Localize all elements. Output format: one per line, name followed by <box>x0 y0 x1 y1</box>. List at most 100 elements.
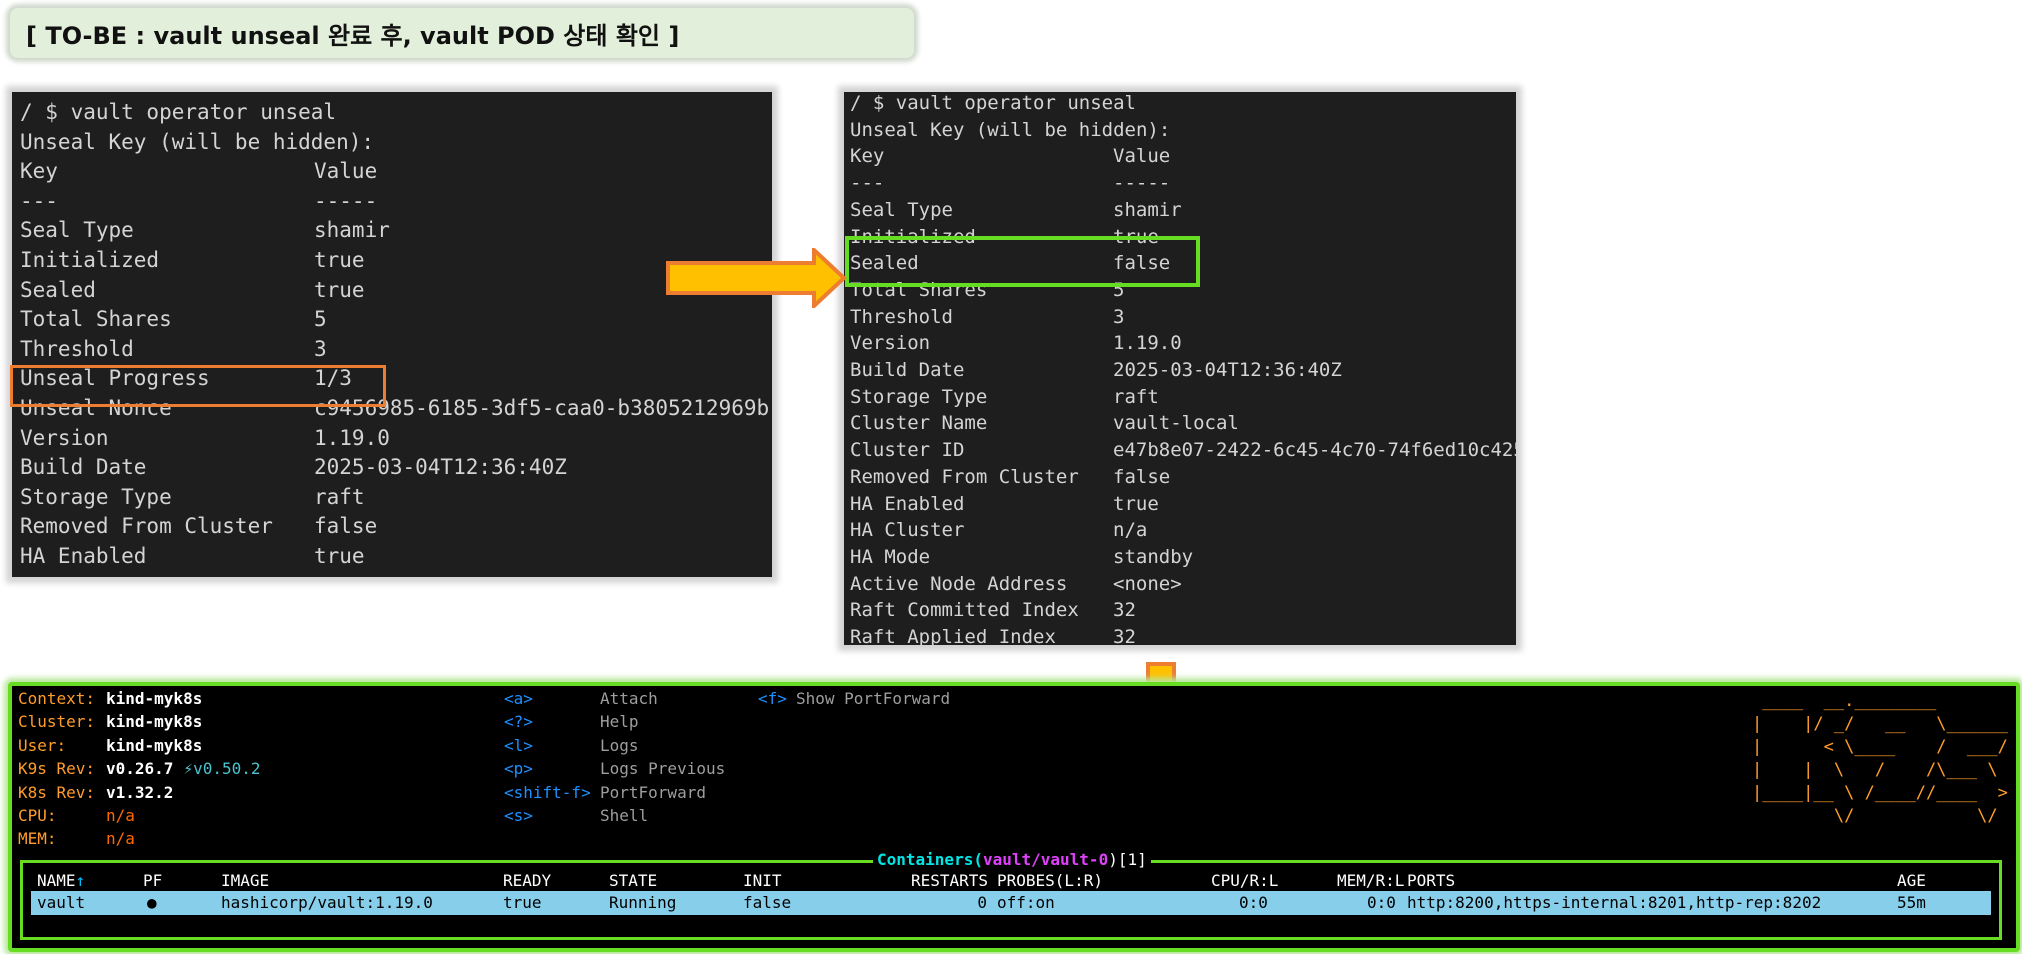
col-mem[interactable]: MEM/R:L <box>1337 869 1404 893</box>
col-restarts[interactable]: RESTARTS <box>911 869 988 893</box>
status-key: Cluster ID <box>850 439 965 462</box>
section-title: [ TO-BE : vault unseal 완료 후, vault POD 상… <box>26 21 680 50</box>
k9s-info-row: User: kind-myk8s <box>18 735 203 755</box>
status-value: 2025-03-04T12:36:40Z <box>1113 359 1342 381</box>
col-state[interactable]: STATE <box>609 869 657 893</box>
col-pf[interactable]: PF <box>143 869 162 893</box>
command-prompt: / $ vault operator unseal <box>20 100 337 124</box>
k9s-info-row: K9s Rev: v0.26.7 ⚡v0.50.2 <box>18 759 261 779</box>
status-key: Threshold <box>20 336 134 361</box>
status-key: Active Node Address <box>850 572 1068 595</box>
status-value: standby <box>1113 545 1194 568</box>
status-key: Build Date <box>850 359 965 381</box>
k9s-hotkey-item[interactable]: <?> Help <box>504 711 639 733</box>
status-row: Cluster Name vault-local <box>850 410 1239 437</box>
status-row: HA Mode standby <box>850 544 1193 571</box>
col-ready[interactable]: READY <box>503 869 551 893</box>
k9s-hotkey-item[interactable]: <l> Logs <box>504 735 639 757</box>
status-value: n/a <box>1113 519 1148 542</box>
cell-name: vault <box>37 893 86 912</box>
status-key: HA Mode <box>850 545 931 568</box>
sort-up-icon: ↑ <box>75 871 86 890</box>
cell-age: 55m <box>1897 893 1926 912</box>
cell-state: Running <box>609 893 677 912</box>
status-value: false <box>314 514 378 539</box>
status-value: 2025-03-04T12:36:40Z <box>314 455 567 480</box>
k9s-info-row: MEM: n/a <box>18 829 135 849</box>
table-separator: --- ----- <box>850 172 1171 195</box>
status-key: Seal Type <box>850 198 953 221</box>
table-header: Key Value <box>850 145 1171 168</box>
status-row: HA Cluster n/a <box>850 517 1147 544</box>
status-key: Removed From Cluster <box>850 465 1079 488</box>
status-row: Version 1.19.0 <box>850 330 1182 357</box>
right-arrow-icon <box>666 248 847 308</box>
status-key: Version <box>20 425 109 450</box>
section-title-box: [ TO-BE : vault unseal 완료 후, vault POD 상… <box>10 8 914 58</box>
status-value: true <box>314 248 365 272</box>
status-value: vault-local <box>1113 412 1239 435</box>
status-key: Version <box>850 332 931 355</box>
status-key: Total Shares <box>20 307 172 332</box>
status-value: false <box>1113 465 1171 488</box>
k9s-logo: ____ __.________ | |/ _/ __ \______ | < … <box>1752 691 2008 826</box>
k9s-hotkey-item[interactable]: <s> Shell <box>504 805 648 827</box>
k9s-update-available: ⚡v0.50.2 <box>183 759 261 779</box>
k9s-hotkey-item[interactable]: <p> Logs Previous <box>504 758 725 780</box>
col-image[interactable]: IMAGE <box>221 869 269 893</box>
table-header: NAME↑ PF IMAGE READY STATE INIT RESTARTS… <box>31 869 1991 893</box>
status-key: Seal Type <box>20 218 134 243</box>
command-prompt: / $ vault operator unseal <box>850 92 1136 114</box>
status-row: Storage Type raft <box>850 384 1159 411</box>
status-value: e47b8e07-2422-6c45-4c70-74f6ed10c425 <box>1113 439 1516 462</box>
status-key: Sealed <box>20 277 96 302</box>
status-value: true <box>314 277 365 302</box>
status-row: Threshold 3 <box>850 304 1124 331</box>
col-ports[interactable]: PORTS <box>1407 869 1455 893</box>
k9s-info-row: Context: kind-myk8s <box>18 689 203 708</box>
cell-ports: http:8200,https-internal:8201,http-rep:8… <box>1407 893 1822 912</box>
cell-init: false <box>743 893 792 912</box>
status-row: Version 1.19.0 <box>20 424 390 454</box>
status-key: HA Cluster <box>850 519 965 542</box>
col-init[interactable]: INIT <box>743 869 782 893</box>
status-row: Initialized true <box>20 246 365 276</box>
k9s-hotkey-item[interactable]: <shift-f> PortForward <box>504 782 706 804</box>
col-probes[interactable]: PROBES(L:R) <box>997 869 1103 893</box>
status-row: Sealed true <box>20 276 365 306</box>
k9s-hotkey-item[interactable]: <a> Attach <box>504 688 658 710</box>
cell-image: hashicorp/vault:1.19.0 <box>221 893 433 912</box>
containers-table: Containers(vault/vault-0)[1] NAME↑ PF IM… <box>20 850 2002 940</box>
table-row[interactable]: vault ● hashicorp/vault:1.19.0 true Runn… <box>31 891 1991 915</box>
status-value: shamir <box>1113 198 1182 221</box>
col-cpu[interactable]: CPU/R:L <box>1211 869 1278 893</box>
status-row: Removed From Cluster false <box>20 512 377 542</box>
status-key: Removed From Cluster <box>20 514 273 539</box>
status-row: Active Node Address <none> <box>850 571 1182 598</box>
status-value: true <box>1113 492 1159 515</box>
status-value: 5 <box>314 307 327 332</box>
status-row: Removed From Cluster false <box>850 464 1170 491</box>
status-value: 1.19.0 <box>314 425 390 450</box>
status-value: <none> <box>1113 572 1182 595</box>
status-value: 1.19.0 <box>1113 332 1182 355</box>
k9s-info-row: CPU: n/a <box>18 806 135 825</box>
k9s-panel: Context: kind-myk8s Cluster: kind-myk8s User… <box>8 682 2020 952</box>
k9s-info-row: K8s Rev: v1.32.2 <box>18 782 174 802</box>
col-age[interactable]: AGE <box>1897 869 1926 893</box>
status-row: Raft Applied Index 32 <box>850 624 1136 645</box>
k9s-hotkey-item[interactable]: <f> Show PortForward <box>758 688 950 710</box>
unseal-progress-highlight <box>10 365 386 407</box>
status-key: Initialized <box>20 248 160 272</box>
status-row: Seal Type shamir <box>850 197 1182 224</box>
containers-title: Containers(vault/vault-0)[1] <box>873 850 1151 869</box>
status-key: Build Date <box>20 455 147 480</box>
status-row: Storage Type raft <box>20 483 365 513</box>
cell-cpu: 0:0 <box>1239 893 1268 912</box>
status-row: Raft Committed Index 32 <box>850 597 1136 624</box>
col-name[interactable]: NAME↑ <box>37 869 85 893</box>
status-value: true <box>314 544 365 568</box>
status-value: 3 <box>1113 305 1125 328</box>
status-row: HA Enabled true <box>850 491 1159 518</box>
status-row: HA Enabled true <box>20 542 365 572</box>
